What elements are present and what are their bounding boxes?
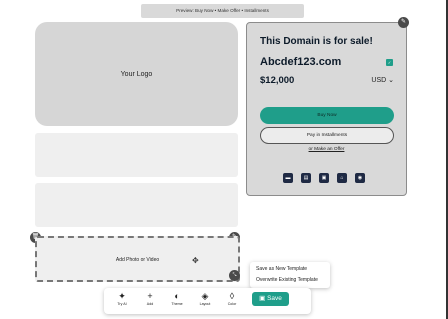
save-icon: ▣ xyxy=(259,295,266,302)
save-as-new-template-item[interactable]: Save as New Template xyxy=(256,266,307,272)
tool-label: Add xyxy=(146,302,154,306)
make-offer-link[interactable]: or Make an Offer xyxy=(247,147,406,152)
currency-label: USD xyxy=(371,77,387,84)
plus-icon: + xyxy=(147,291,153,301)
domain-sale-title: This Domain is for sale! xyxy=(260,36,373,47)
try-ai-tool[interactable]: ✦ Try AI xyxy=(113,290,131,312)
image-icon[interactable]: ▣ xyxy=(319,173,329,183)
save-label: Save xyxy=(267,295,282,302)
layers-icon: ◈ xyxy=(201,291,209,301)
editor-toolbar: ✦ Try AI + Add ◐ Theme ◈ Layout ◊ Color … xyxy=(104,288,311,314)
add-media-area[interactable]: Add Photo or Video ✥ xyxy=(35,236,240,282)
content-block-1[interactable] xyxy=(35,133,238,177)
save-button[interactable]: ▣ Save xyxy=(252,292,289,306)
content-block-2[interactable] xyxy=(35,183,238,227)
color-tool[interactable]: ◊ Color xyxy=(223,290,241,312)
resize-handle-icon[interactable]: ⤡ xyxy=(229,270,240,281)
edit-card-icon[interactable]: ✎ xyxy=(398,17,409,28)
add-media-label: Add Photo or Video xyxy=(115,257,160,263)
palette-icon: ◐ xyxy=(174,291,180,301)
sparkle-icon: ✦ xyxy=(118,291,126,301)
tool-label: Theme xyxy=(171,302,183,306)
verified-badge-icon: ✓ xyxy=(386,59,393,66)
currency-select[interactable]: USD ⌄ xyxy=(371,76,394,84)
installments-button[interactable]: Pay in Installments xyxy=(260,127,394,144)
preview-banner: Preview: Buy Now • Make Offer • Installm… xyxy=(141,4,304,18)
domain-price: $12,000 xyxy=(260,75,295,86)
domain-name: Abcdef123.com xyxy=(260,56,342,68)
wallet-icon[interactable]: ▤ xyxy=(301,173,311,183)
bank-icon[interactable]: ⌂ xyxy=(337,173,347,183)
add-tool[interactable]: + Add xyxy=(141,290,159,312)
logo-label: Your Logo xyxy=(120,70,153,78)
move-icon[interactable]: ✥ xyxy=(192,257,199,265)
save-options-menu: Save as New Template Overwrite Existing … xyxy=(250,262,330,288)
card-icon[interactable]: ▬ xyxy=(283,173,293,183)
chevron-down-icon: ⌄ xyxy=(388,77,394,84)
logo-placeholder[interactable]: Your Logo xyxy=(35,22,238,126)
tool-label: Try AI xyxy=(117,302,127,306)
tool-label: Layout xyxy=(199,302,211,306)
buy-now-button[interactable]: Buy Now xyxy=(260,107,394,124)
domain-sale-card: This Domain is for sale! Abcdef123.com ✓… xyxy=(246,22,407,196)
eye-icon[interactable]: ◉ xyxy=(355,173,365,183)
overwrite-template-item[interactable]: Overwrite Existing Template xyxy=(256,277,318,283)
theme-tool[interactable]: ◐ Theme xyxy=(168,290,186,312)
layout-tool[interactable]: ◈ Layout xyxy=(196,290,214,312)
share-icons-row: ▬ ▤ ▣ ⌂ ◉ xyxy=(283,173,365,183)
drop-icon: ◊ xyxy=(229,291,235,301)
tool-label: Color xyxy=(227,302,237,306)
